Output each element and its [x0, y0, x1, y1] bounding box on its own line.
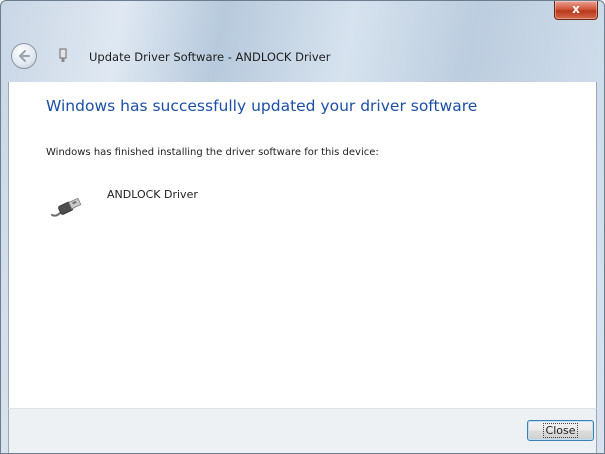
window-close-button[interactable]: x — [554, 1, 598, 20]
content-area — [8, 82, 597, 408]
back-arrow-icon — [18, 49, 31, 63]
navigation-bar: Update Driver Software - ANDLOCK Driver — [1, 35, 604, 83]
close-button-label: Close — [542, 423, 579, 438]
usb-device-icon — [59, 48, 67, 62]
close-button[interactable]: Close — [527, 420, 594, 441]
title-bar[interactable]: x — [1, 1, 604, 35]
status-message: Windows has finished installing the driv… — [46, 147, 379, 158]
dialog-title: Update Driver Software - ANDLOCK Driver — [89, 50, 331, 64]
success-heading: Windows has successfully updated your dr… — [46, 97, 478, 115]
device-name: ANDLOCK Driver — [107, 188, 198, 201]
button-bar — [8, 408, 597, 453]
usb-plug-icon — [51, 197, 82, 217]
back-button[interactable] — [11, 43, 37, 69]
